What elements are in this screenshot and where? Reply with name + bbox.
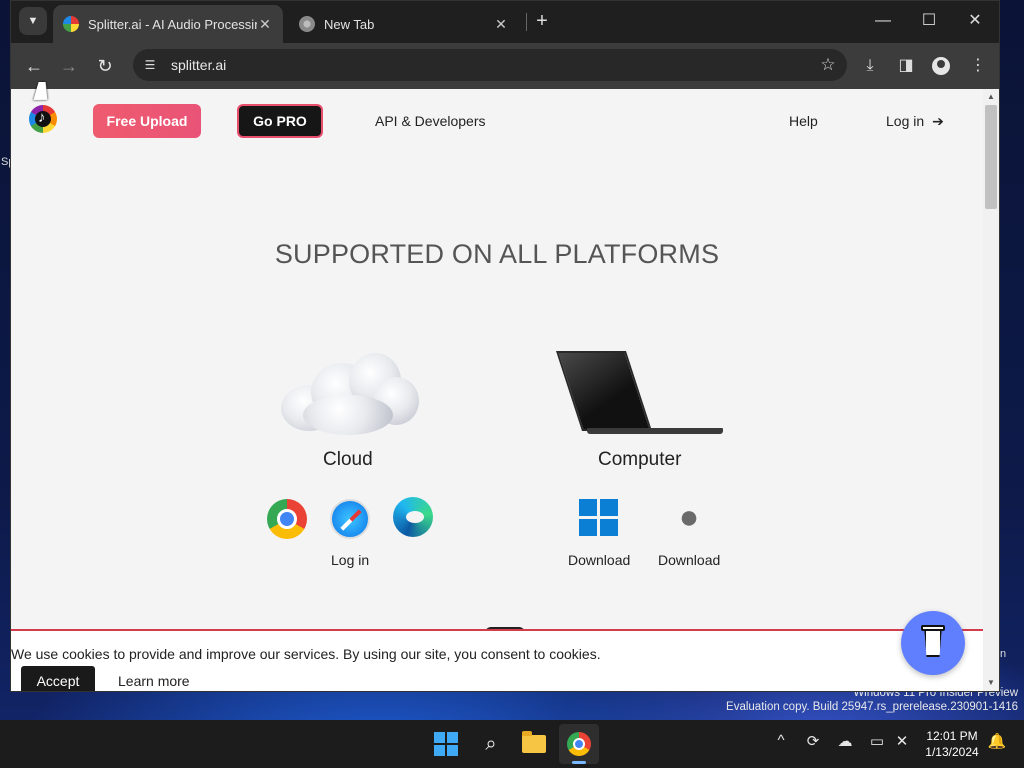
api-developers-link[interactable]: API & Developers — [375, 113, 486, 129]
cloud-image — [281, 351, 419, 437]
login-label: Log in — [886, 113, 925, 129]
active-app-indicator — [572, 761, 586, 764]
bookmark-star-icon[interactable]: ☆ — [815, 55, 841, 75]
learn-more-link[interactable]: Learn more — [118, 673, 190, 689]
close-tab-icon[interactable]: ✕ — [257, 16, 273, 33]
coffee-lid-icon — [921, 625, 945, 631]
side-panel-icon[interactable]: ◨ — [893, 53, 919, 79]
watermark-line-2: Evaluation copy. Build 25947.rs_prerelea… — [726, 701, 1018, 713]
system-clock[interactable]: 12:01 PM 1/13/2024 — [920, 728, 984, 760]
tab-divider — [526, 13, 527, 31]
splitter-logo[interactable]: ♪ — [29, 105, 57, 133]
windows-icon[interactable] — [579, 499, 619, 537]
login-link[interactable]: Log in ➔ — [886, 113, 944, 130]
volume-muted-icon[interactable]: ✕ — [891, 732, 913, 750]
cookie-banner: We use cookies to provide and improve ou… — [11, 629, 983, 691]
tab-title: Splitter.ai - AI Audio Processing — [88, 16, 257, 32]
tab-new-tab[interactable]: New Tab ✕ — [289, 5, 519, 43]
reload-button[interactable]: ↻ — [92, 53, 118, 79]
login-arrow-icon: ➔ — [932, 113, 944, 129]
tab-title: New Tab — [324, 16, 375, 32]
tab-search-button[interactable]: ▼ — [19, 7, 47, 35]
minimize-button[interactable]: — — [863, 9, 903, 33]
onedrive-icon[interactable]: ☁ — [834, 732, 856, 750]
help-link[interactable]: Help — [789, 113, 818, 129]
tab-splitter[interactable]: Splitter.ai - AI Audio Processing ✕ — [53, 5, 283, 43]
back-button[interactable]: ← — [21, 53, 47, 79]
forward-button[interactable]: → — [56, 53, 82, 79]
chrome-taskbar-icon — [567, 732, 591, 756]
clock-date: 1/13/2024 — [925, 745, 979, 759]
tray-overflow-chevron-icon[interactable]: ^ — [770, 732, 792, 749]
chrome-favicon-icon — [299, 16, 315, 32]
laptop-image — [556, 351, 725, 437]
page-scrollbar[interactable]: ▲ ▼ — [983, 89, 999, 691]
url-text[interactable]: splitter.ai — [171, 57, 815, 73]
apple-icon[interactable]: ● — [673, 497, 705, 537]
edge-icon[interactable] — [393, 497, 433, 537]
clock-time: 12:01 PM — [926, 729, 978, 743]
network-icon[interactable]: ▭ — [866, 732, 888, 750]
scroll-down-arrow-icon[interactable]: ▼ — [987, 679, 995, 687]
scroll-up-arrow-icon[interactable]: ▲ — [987, 93, 995, 101]
splitter-favicon-icon — [63, 16, 79, 32]
folder-icon — [522, 731, 546, 753]
sync-icon[interactable]: ⟳ — [802, 732, 824, 750]
chrome-taskbar-button[interactable] — [563, 728, 595, 760]
chevron-down-icon: ▼ — [27, 15, 39, 27]
desktop-label-partial-right: n — [1000, 648, 1007, 660]
new-tab-button[interactable]: + — [531, 10, 553, 32]
browser-titlebar: ▼ Splitter.ai - AI Audio Processing ✕ Ne… — [11, 1, 999, 43]
scroll-thumb[interactable] — [985, 105, 997, 209]
close-window-button[interactable]: ✕ — [955, 9, 995, 33]
computer-label: Computer — [598, 449, 682, 470]
cookie-message: We use cookies to provide and improve ou… — [11, 646, 601, 662]
download-icon[interactable]: ⤓ — [857, 53, 883, 79]
search-icon[interactable]: ⌕ — [475, 728, 507, 760]
profile-button[interactable] — [928, 53, 954, 79]
cloud-login-link[interactable]: Log in — [331, 552, 369, 568]
browser-toolbar: ← → ↻ ☰ splitter.ai ☆ ⤓ ◨ ⋮ — [11, 43, 999, 89]
safari-icon[interactable] — [330, 499, 370, 539]
site-info-icon[interactable]: ☰ — [137, 52, 163, 78]
notification-bell-icon[interactable]: 🔔 — [986, 732, 1008, 750]
windows-start-icon — [434, 732, 458, 756]
address-bar[interactable]: ☰ splitter.ai ☆ — [133, 49, 847, 81]
close-tab-icon[interactable]: ✕ — [493, 16, 509, 33]
mac-download-link[interactable]: Download — [658, 552, 720, 568]
go-pro-button[interactable]: Go PRO — [237, 104, 323, 138]
accept-cookies-button[interactable]: Accept — [21, 666, 95, 691]
menu-icon[interactable]: ⋮ — [965, 53, 991, 79]
maximize-button[interactable]: ☐ — [909, 9, 949, 33]
browser-window: ▼ Splitter.ai - AI Audio Processing ✕ Ne… — [10, 0, 1000, 692]
profile-avatar-icon — [932, 56, 950, 75]
start-button[interactable] — [430, 728, 462, 760]
file-explorer-button[interactable] — [518, 728, 550, 760]
coffee-cup-icon — [924, 627, 942, 657]
free-upload-button[interactable]: Free Upload — [93, 104, 201, 138]
page-headline: SUPPORTED ON ALL PLATFORMS — [274, 239, 720, 269]
cloud-label: Cloud — [323, 449, 373, 470]
windows-download-link[interactable]: Download — [568, 552, 630, 568]
music-note-icon: ♪ — [38, 109, 46, 126]
buy-me-coffee-button[interactable] — [901, 611, 965, 675]
page-content: ♪ Free Upload Go PRO API & Developers He… — [11, 89, 983, 691]
chrome-icon[interactable] — [267, 499, 307, 539]
